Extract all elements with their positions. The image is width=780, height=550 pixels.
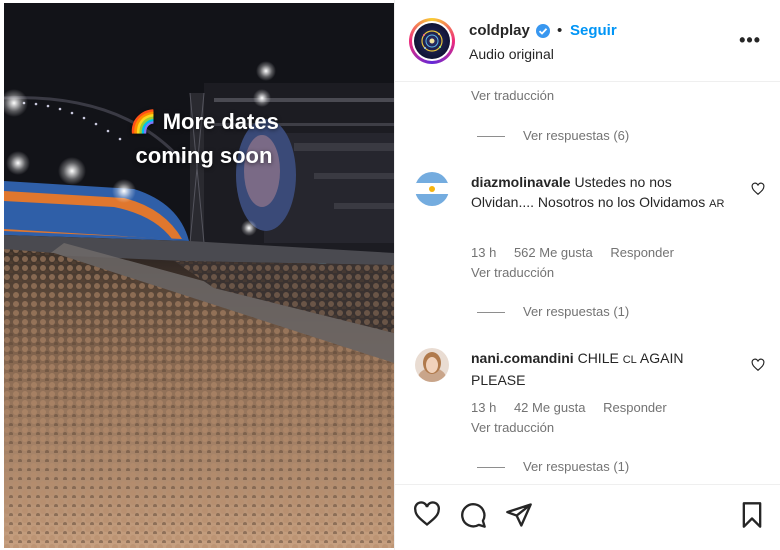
view-replies-label: Ver respuestas (6) [523,128,630,143]
see-translation-link[interactable]: Ver traducción [471,88,554,103]
truncated-comment-text [471,82,641,86]
comment-username[interactable]: diazmolinavale [471,174,571,190]
flag-text: CL [622,354,637,366]
comment-likes[interactable]: 562 Me gusta [514,245,593,260]
overlay-line-1: More dates [162,109,279,134]
see-translation-link[interactable]: Ver traducción [471,265,554,280]
view-replies-label: Ver respuestas (1) [523,304,630,319]
separator-dot: • [557,22,563,39]
more-options-button[interactable]: ••• [739,30,761,51]
follow-button[interactable]: Seguir [570,22,617,39]
view-replies-button[interactable]: Ver respuestas (1) [477,459,629,474]
comment-like-heart-icon[interactable] [751,182,765,196]
comment-like-heart-icon[interactable] [751,358,765,372]
post-author-username[interactable]: coldplay [469,22,530,39]
comment-username[interactable]: nani.comandini [471,350,574,366]
audio-label[interactable]: Audio original [469,46,554,62]
comment-meta: 13 h 42 Me gusta Responder [471,400,681,415]
post-sidebar: coldplay • Seguir Audio original ••• Ver… [394,0,780,550]
comment-likes[interactable]: 42 Me gusta [514,400,586,415]
comment-text: CHILE [577,350,619,366]
comment-body: diazmolinavale Ustedes no nos Olvidan...… [471,172,731,214]
flag-text: AR [709,198,725,210]
view-replies-button[interactable]: Ver respuestas (6) [477,128,629,143]
replies-divider [477,136,505,138]
comment-icon[interactable] [459,501,487,529]
replies-divider [477,312,505,314]
reply-button[interactable]: Responder [603,400,667,415]
user-photo-avatar[interactable] [415,348,449,382]
post-header: coldplay • Seguir Audio original ••• [395,0,780,82]
comments-list[interactable]: Ver traducción Ver respuestas (6) diazmo… [395,82,780,484]
comment-time: 13 h [471,245,497,260]
post-actions-bar [395,484,780,550]
heart-icon[interactable] [413,501,441,527]
replies-divider [477,467,505,469]
view-replies-label: Ver respuestas (1) [523,459,630,474]
concert-scene [4,3,394,548]
comment-meta: 13 h 562 Me gusta Responder [471,245,688,260]
argentina-flag-avatar[interactable] [415,172,449,206]
verified-badge-icon [536,24,550,38]
rainbow-icon: 🌈 [129,109,157,134]
reply-button[interactable]: Responder [610,245,674,260]
overlay-line-2: coming soon [135,143,273,168]
profile-avatar[interactable] [409,18,455,64]
view-replies-button[interactable]: Ver respuestas (1) [477,304,629,319]
bookmark-icon[interactable] [739,501,765,529]
post-media-video[interactable]: 🌈 More dates coming soon [4,3,394,548]
see-translation-link[interactable]: Ver traducción [471,420,554,435]
share-icon[interactable] [505,501,533,529]
comment-time: 13 h [471,400,497,415]
comment-body: nani.comandini CHILE CL AGAIN PLEASE [471,348,731,390]
video-caption-overlay: 🌈 More dates coming soon [4,105,394,173]
